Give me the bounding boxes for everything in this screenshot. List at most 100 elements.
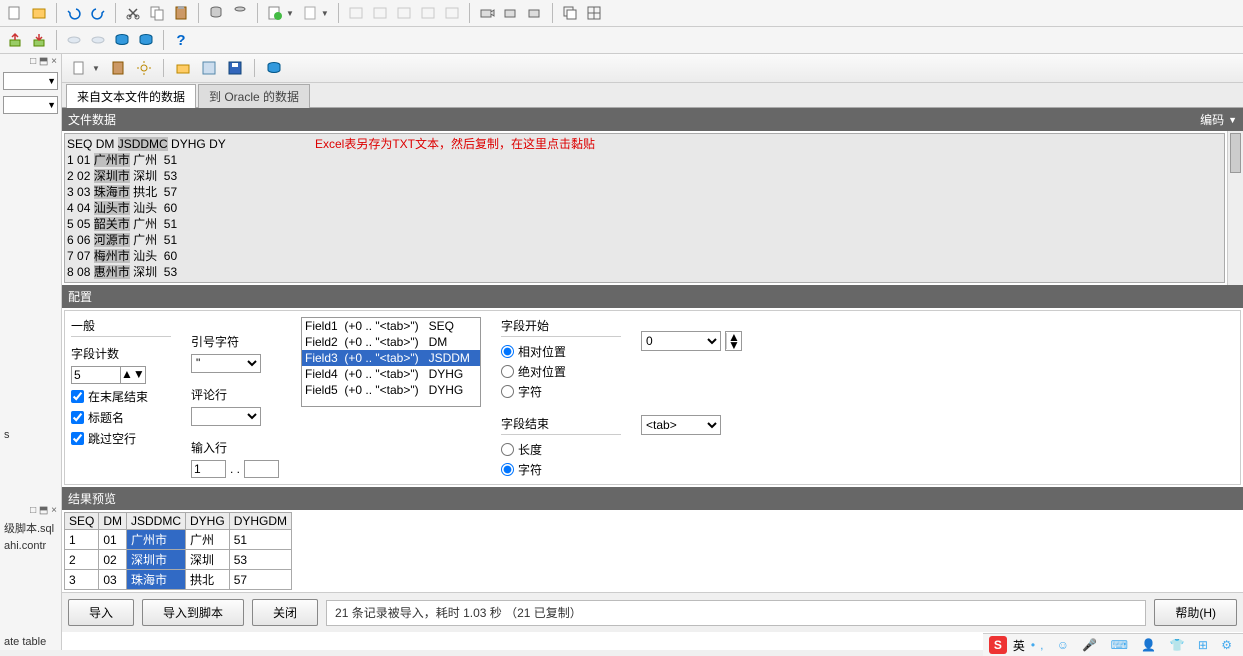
disk2-icon[interactable] [135,29,157,51]
preview-col-header[interactable]: DYHG [186,513,230,530]
et-db-icon[interactable] [263,57,285,79]
title-name-check[interactable]: 标题名 [71,409,171,426]
t1-icon[interactable] [345,2,367,24]
abs-pos-radio[interactable]: 绝对位置 [501,363,621,380]
field-list-item[interactable]: Field3 (+0 .. "<tab>") JSDDM [302,350,480,366]
help-button[interactable]: 帮助(H) [1154,599,1237,626]
import-script-button[interactable]: 导入到脚本 [142,599,244,626]
ime-icon[interactable]: S [989,636,1007,654]
t5-icon[interactable] [441,2,463,24]
input-rows-to[interactable] [244,460,279,478]
win1-icon[interactable] [559,2,581,24]
preview-row[interactable]: 101广州市广州51 [65,530,292,550]
disk1-icon[interactable] [111,29,133,51]
side-file-1[interactable]: 级脚本.sql [0,518,61,538]
db2-icon[interactable] [229,2,251,24]
file-row[interactable]: 8 08 惠州市 深圳 53 [67,264,1222,280]
copy-icon[interactable] [146,2,168,24]
file-row[interactable]: 4 04 汕头市 汕头 60 [67,200,1222,216]
undo-icon[interactable] [63,2,85,24]
db-icon[interactable] [205,2,227,24]
side-file-2[interactable]: ahi.contr [0,538,61,554]
preview-row[interactable]: 303珠海市拱北57 [65,570,292,590]
dropdown2-icon[interactable]: ▼ [321,9,329,18]
preview-row[interactable]: 202深圳市深圳53 [65,550,292,570]
field-list-item[interactable]: Field5 (+0 .. "<tab>") DYHG [302,382,480,398]
combo-2[interactable]: ▼ [3,96,58,114]
field-list[interactable]: Field1 (+0 .. "<tab>") SEQField2 (+0 .. … [301,317,481,407]
start-val-spinner[interactable]: ▲▼ [725,331,742,351]
et-disk-icon[interactable] [224,57,246,79]
close-button[interactable]: 关闭 [252,599,318,626]
char-end-radio[interactable]: 字符 [501,461,621,478]
sql2-icon[interactable] [87,29,109,51]
file-data-area[interactable]: Excel表另存为TXT文本，然后复制，在这里点击黏贴 SEQ DM JSDDM… [64,133,1225,283]
new-icon[interactable] [4,2,26,24]
paste-icon[interactable] [170,2,192,24]
import-button[interactable]: 导入 [68,599,134,626]
rel-pos-radio[interactable]: 相对位置 [501,343,621,360]
combo-1[interactable]: ▼ [3,72,58,90]
side-file-3[interactable]: ate table [0,634,61,650]
cam2-icon[interactable] [500,2,522,24]
scrollbar[interactable] [1227,131,1243,285]
et-dd-icon[interactable]: ▼ [92,64,100,73]
grid-icon[interactable] [583,2,605,24]
t3-icon[interactable] [393,2,415,24]
t4-icon[interactable] [417,2,439,24]
preview-col-header[interactable]: DM [99,513,127,530]
et-sun-icon[interactable] [133,57,155,79]
quote-char-select[interactable]: " [191,354,261,373]
cut-icon[interactable] [122,2,144,24]
tray-icons[interactable]: •, ☺ 🎤 ⌨ 👤 👕 ⊞ ⚙ [1031,638,1237,652]
ime-label[interactable]: 英 [1013,637,1025,654]
add-icon[interactable] [264,2,286,24]
input-rows-from[interactable] [191,460,226,478]
cam3-icon[interactable] [524,2,546,24]
dropdown-icon[interactable]: ▼ [286,9,294,18]
field-count-input[interactable] [71,366,121,384]
file-row[interactable]: 3 03 珠海市 拱北 57 [67,184,1222,200]
end-char-select[interactable]: <tab> [641,415,721,435]
file-row[interactable]: 1 01 广州市 广州 51 [67,152,1222,168]
start-val-select[interactable]: 0 [641,331,721,351]
panel-pins[interactable]: □ ⬒ × [0,54,61,69]
open-icon[interactable] [28,2,50,24]
length-radio[interactable]: 长度 [501,441,621,458]
preview-table[interactable]: SEQDMJSDDMCDYHGDYHGDM101广州市广州51202深圳市深圳5… [64,512,292,590]
field-list-item[interactable]: Field2 (+0 .. "<tab>") DM [302,334,480,350]
file-row[interactable]: 7 07 梅州市 汕头 60 [67,248,1222,264]
comment-label: 评论行 [191,386,281,403]
file-row[interactable]: 5 05 韶关市 广州 51 [67,216,1222,232]
preview-col-header[interactable]: JSDDMC [127,513,186,530]
et-new-icon[interactable] [68,57,90,79]
char-start-radio[interactable]: 字符 [501,383,621,400]
redo-icon[interactable] [87,2,109,24]
preview-col-header[interactable]: SEQ [65,513,99,530]
tab-from-text[interactable]: 来自文本文件的数据 [66,84,196,108]
export-icon[interactable] [4,29,26,51]
et-paste-icon[interactable] [107,57,129,79]
file-data-header: 文件数据 编码▼ [62,108,1243,131]
encoding-dropdown-icon[interactable]: ▼ [1228,115,1237,125]
end-trim-check[interactable]: 在末尾结束 [71,388,171,405]
file-row[interactable]: 2 02 深圳市 深圳 53 [67,168,1222,184]
file-row[interactable]: 6 06 河源市 广州 51 [67,232,1222,248]
comment-select[interactable] [191,407,261,426]
field-list-item[interactable]: Field4 (+0 .. "<tab>") DYHG [302,366,480,382]
field-list-item[interactable]: Field1 (+0 .. "<tab>") SEQ [302,318,480,334]
help-icon[interactable]: ? [170,29,192,51]
preview-col-header[interactable]: DYHGDM [229,513,291,530]
tab-to-oracle[interactable]: 到 Oracle 的数据 [198,84,310,108]
cam1-icon[interactable] [476,2,498,24]
sql1-icon[interactable] [63,29,85,51]
file-header-row: SEQ DM JSDDMC DYHG DY [67,136,1222,152]
panel-pins-2[interactable]: □ ⬒ × [0,503,61,518]
t2-icon[interactable] [369,2,391,24]
doc-icon[interactable] [299,2,321,24]
skip-empty-check[interactable]: 跳过空行 [71,430,171,447]
et-open-icon[interactable] [172,57,194,79]
field-end-label: 字段结束 [501,415,621,435]
et-save-icon[interactable] [198,57,220,79]
import-icon[interactable] [28,29,50,51]
